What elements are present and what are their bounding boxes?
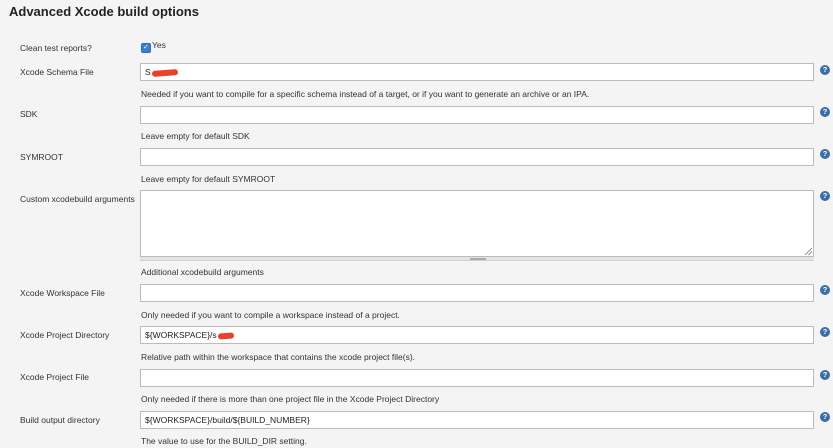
- sdk-input[interactable]: [140, 106, 814, 124]
- schema-file-value: S: [145, 67, 151, 77]
- help-question-icon[interactable]: ?: [820, 412, 830, 422]
- help-question-icon[interactable]: ?: [820, 285, 830, 295]
- help-question-icon[interactable]: ?: [820, 327, 830, 337]
- project-file-help: Only needed if there is more than one pr…: [141, 394, 440, 404]
- redaction-mark: [217, 332, 234, 340]
- drag-handle-icon[interactable]: [470, 258, 486, 260]
- help-question-icon[interactable]: ?: [820, 370, 830, 380]
- sdk-label: SDK: [20, 109, 38, 119]
- project-directory-value: ${WORKSPACE}/s: [145, 330, 217, 340]
- checkmark-icon: ✓: [143, 44, 149, 51]
- project-directory-input[interactable]: ${WORKSPACE}/s: [140, 326, 814, 344]
- project-file-label: Xcode Project File: [20, 372, 89, 382]
- help-question-icon[interactable]: ?: [820, 65, 830, 75]
- workspace-file-label: Xcode Workspace File: [20, 288, 105, 298]
- project-directory-help: Relative path within the workspace that …: [141, 352, 416, 362]
- project-directory-label: Xcode Project Directory: [20, 330, 110, 340]
- schema-file-label: Xcode Schema File: [20, 67, 94, 77]
- resize-grip-icon[interactable]: [805, 248, 812, 255]
- help-question-icon[interactable]: ?: [820, 107, 830, 117]
- help-question-icon[interactable]: ?: [820, 149, 830, 159]
- symroot-help: Leave empty for default SYMROOT: [141, 174, 276, 184]
- section-title: Advanced Xcode build options: [9, 4, 199, 19]
- clean-test-reports-checkbox[interactable]: ✓: [141, 43, 151, 53]
- symroot-label: SYMROOT: [20, 152, 63, 162]
- custom-args-label: Custom xcodebuild arguments: [20, 194, 135, 204]
- textarea-grab-bar[interactable]: [140, 257, 814, 261]
- custom-args-help: Additional xcodebuild arguments: [141, 267, 264, 277]
- sdk-help: Leave empty for default SDK: [141, 131, 250, 141]
- clean-test-reports-option-label: Yes: [152, 40, 166, 50]
- clean-test-reports-label: Clean test reports?: [20, 43, 92, 53]
- build-output-directory-label: Build output directory: [20, 415, 100, 425]
- build-output-directory-help: The value to use for the BUILD_DIR setti…: [141, 436, 307, 446]
- workspace-file-input[interactable]: [140, 284, 814, 302]
- schema-file-input[interactable]: S: [140, 63, 814, 81]
- workspace-file-help: Only needed if you want to compile a wor…: [141, 310, 400, 320]
- custom-args-textarea[interactable]: [140, 190, 814, 257]
- help-question-icon[interactable]: ?: [820, 191, 830, 201]
- redaction-mark: [151, 68, 178, 77]
- schema-file-help: Needed if you want to compile for a spec…: [141, 89, 590, 99]
- build-output-directory-input[interactable]: ${WORKSPACE}/build/${BUILD_NUMBER}: [140, 411, 814, 429]
- project-file-input[interactable]: [140, 369, 814, 387]
- symroot-input[interactable]: [140, 148, 814, 166]
